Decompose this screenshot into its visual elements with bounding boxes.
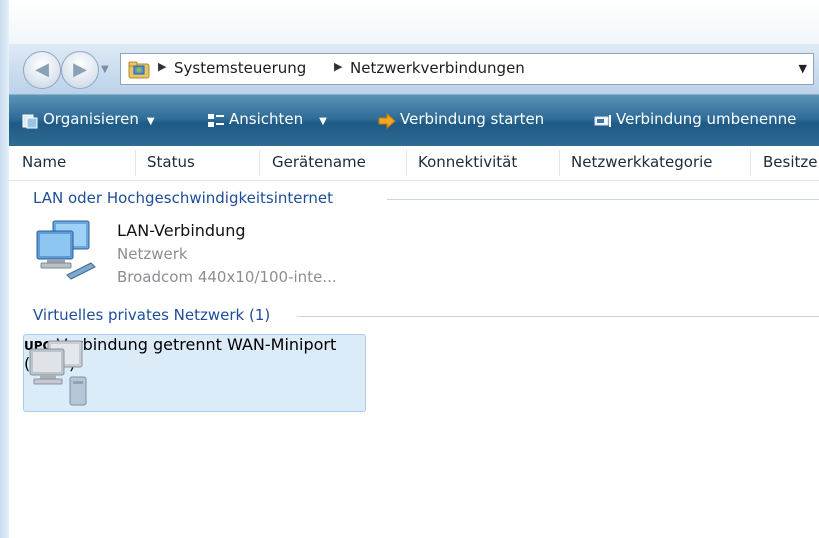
column-header-row: Name Status Gerätename Konnektivität Net… xyxy=(9,146,819,181)
organize-label: Organisieren xyxy=(43,110,139,128)
forward-arrow-icon: ▶ xyxy=(73,59,87,80)
vpn-connection-item[interactable]: UPC Verbindung getrennt WAN-Miniport (PP… xyxy=(23,334,366,412)
chevron-down-icon: ▼ xyxy=(319,116,327,127)
column-divider[interactable] xyxy=(559,150,560,176)
views-label: Ansichten xyxy=(229,110,304,128)
start-connection-arrow-icon xyxy=(378,112,396,130)
column-device-name[interactable]: Gerätename xyxy=(272,153,366,171)
column-name[interactable]: Name xyxy=(22,153,66,171)
chevron-down-icon: ▼ xyxy=(146,116,155,127)
connection-status: Netzwerk xyxy=(117,245,188,263)
breadcrumb-separator-icon[interactable]: ▶ xyxy=(158,60,166,73)
breadcrumb-systemsteuerung[interactable]: Systemsteuerung xyxy=(174,59,306,77)
back-button[interactable]: ◀ xyxy=(23,51,61,89)
column-divider[interactable] xyxy=(750,150,751,176)
vpn-computer-icon xyxy=(29,340,87,406)
column-divider[interactable] xyxy=(259,150,260,176)
back-arrow-icon: ◀ xyxy=(35,59,49,80)
organize-icon xyxy=(22,114,38,129)
command-bar: Organisieren ▼ Ansichten ▼ Verbindung star… xyxy=(9,94,819,147)
group-divider xyxy=(387,199,819,200)
breadcrumb-separator-icon[interactable]: ▶ xyxy=(334,60,342,73)
lan-connection-item[interactable]: LAN-Verbindung Netzwerk Broadcom 440x10/… xyxy=(33,215,373,291)
group-header-lan[interactable]: LAN oder Hochgeschwindigkeitsinternet xyxy=(33,189,333,207)
column-connectivity[interactable]: Konnektivität xyxy=(418,153,517,171)
connections-list: LAN oder Hochgeschwindigkeitsinternet LA… xyxy=(9,181,819,538)
column-network-category[interactable]: Netzwerkkategorie xyxy=(571,153,713,171)
history-dropdown-icon[interactable]: ▼ xyxy=(101,64,109,75)
column-owner[interactable]: Besitze xyxy=(763,153,818,171)
breadcrumb-netzwerkverbindungen[interactable]: Netzwerkverbindungen xyxy=(350,59,525,77)
rename-connection-label: Verbindung umbenenne xyxy=(616,110,797,128)
column-divider[interactable] xyxy=(135,150,136,176)
lan-computers-icon xyxy=(36,220,96,280)
connection-device: Broadcom 440x10/100-inte... xyxy=(117,268,337,286)
column-divider[interactable] xyxy=(406,150,407,176)
address-dropdown-icon[interactable]: ▼ xyxy=(799,62,807,75)
column-status[interactable]: Status xyxy=(147,153,195,171)
address-box[interactable]: ▶ Systemsteuerung ▶ Netzwerkverbindungen… xyxy=(120,53,814,85)
views-icon xyxy=(208,114,224,127)
start-connection-label: Verbindung starten xyxy=(400,110,545,128)
explorer-window: ◀ ▶ ▼ ▶ Systemsteuerung ▶ Netzwerkverbin… xyxy=(0,0,819,538)
forward-button[interactable]: ▶ xyxy=(61,51,99,89)
rename-icon xyxy=(594,115,611,127)
group-divider xyxy=(297,316,819,317)
network-folder-icon xyxy=(128,61,150,79)
group-header-vpn[interactable]: Virtuelles privates Netzwerk (1) xyxy=(33,306,270,324)
connection-name: LAN-Verbindung xyxy=(117,221,246,240)
title-bar xyxy=(9,0,819,44)
